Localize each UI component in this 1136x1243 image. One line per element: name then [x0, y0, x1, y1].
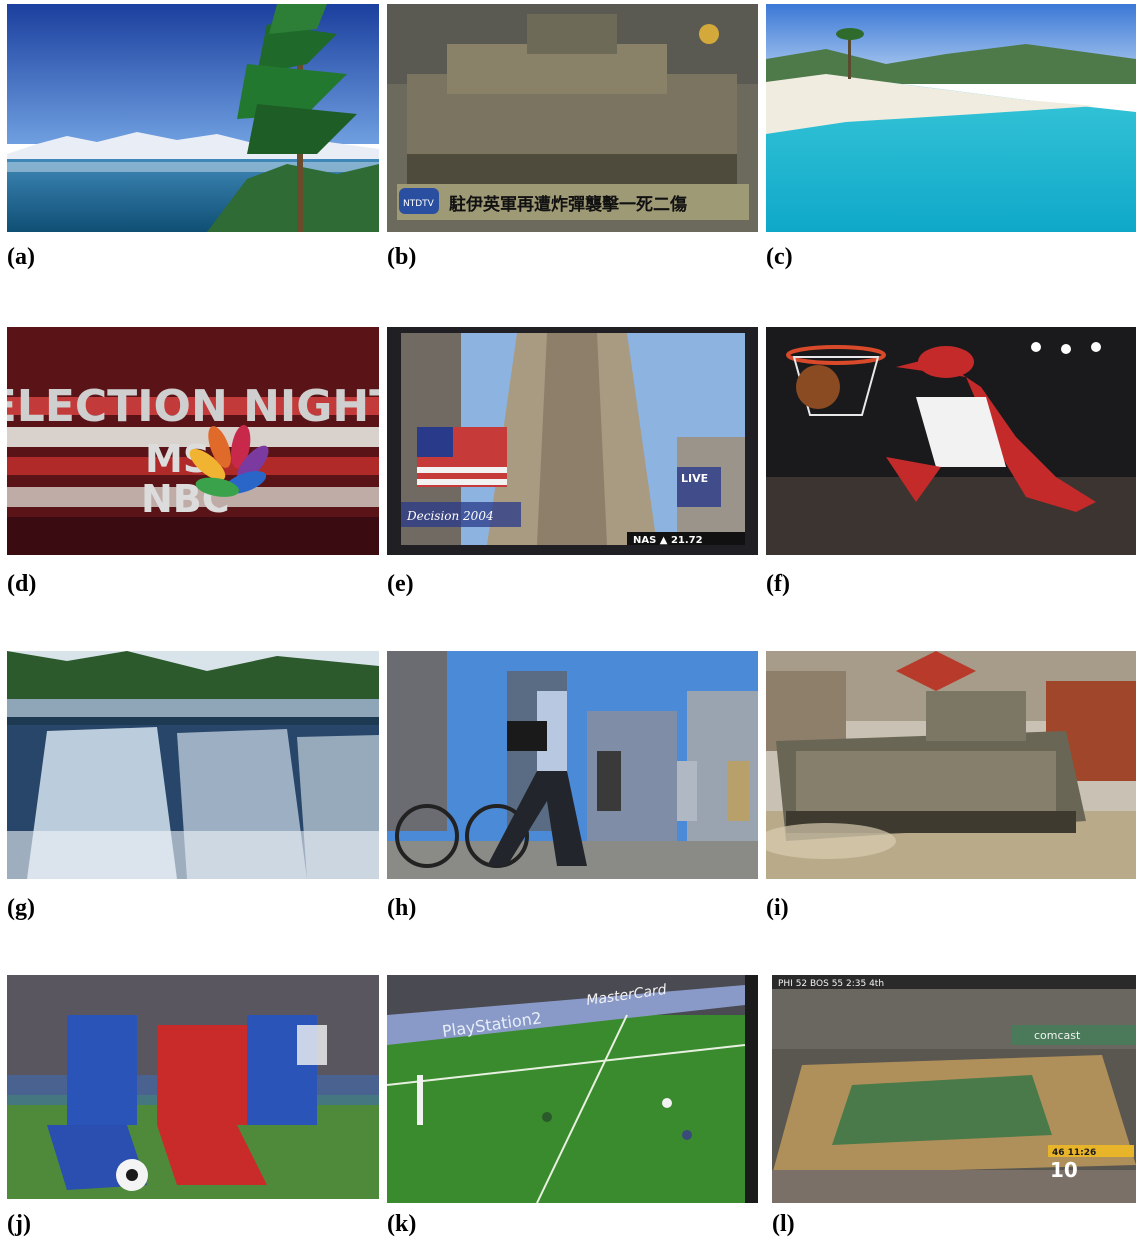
panel-label: (l): [772, 1211, 795, 1237]
photo-mountain-lake: [7, 4, 379, 232]
photo-soccer-broadcast: PlayStation2 MasterCard: [387, 975, 758, 1203]
figure-grid: (a) NTDTV 駐伊英軍再遭炸彈襲擊一死二傷 (b) (c) ELECTIO…: [0, 0, 1136, 1243]
photo-soccer-tackle: [7, 975, 379, 1199]
panel-label: (h): [387, 895, 417, 921]
photo-beach: [766, 4, 1136, 232]
panel-label: (j): [7, 1211, 31, 1237]
photo-armored-vehicle: [766, 651, 1136, 879]
panel-label: (f): [766, 571, 790, 597]
panel-label: (k): [387, 1211, 417, 1237]
panel-label: (i): [766, 895, 789, 921]
panel-label: (b): [387, 244, 417, 270]
channel-badge: 10: [1050, 1158, 1078, 1182]
photo-tank-news: NTDTV 駐伊英軍再遭炸彈襲擊一死二傷: [387, 4, 758, 232]
scoreboard: PHI 52 BOS 55 2:35 4th: [778, 979, 884, 989]
photo-waterfall: [7, 651, 379, 879]
photo-city-pedestrians: [387, 651, 758, 879]
photo-election-night: ELECTION NIGHT MS NBC: [7, 327, 379, 555]
news-caption: 駐伊英軍再遭炸彈襲擊一死二傷: [449, 194, 687, 215]
panel-label: (e): [387, 571, 414, 597]
photo-mascot-dunk: [766, 327, 1136, 555]
panel-label: (d): [7, 571, 37, 597]
panel-label: (g): [7, 895, 35, 921]
photo-skyscraper: Decision 2004 LIVE NAS ▲ 21.72: [387, 327, 758, 555]
election-title: ELECTION NIGHT: [7, 381, 379, 432]
panel-label: (a): [7, 244, 35, 270]
channel-logo: NTDTV: [403, 199, 435, 209]
photo-basketball-broadcast: PHI 52 BOS 55 2:35 4th comcast 46 11:26 …: [772, 975, 1136, 1203]
decision-logo: Decision 2004: [406, 509, 494, 523]
panel-label: (c): [766, 244, 793, 270]
stock-ticker: NAS ▲ 21.72: [633, 535, 703, 546]
game-clock: 46 11:26: [1052, 1148, 1096, 1158]
live-badge: LIVE: [681, 472, 708, 485]
ad-comcast: comcast: [1034, 1029, 1081, 1042]
